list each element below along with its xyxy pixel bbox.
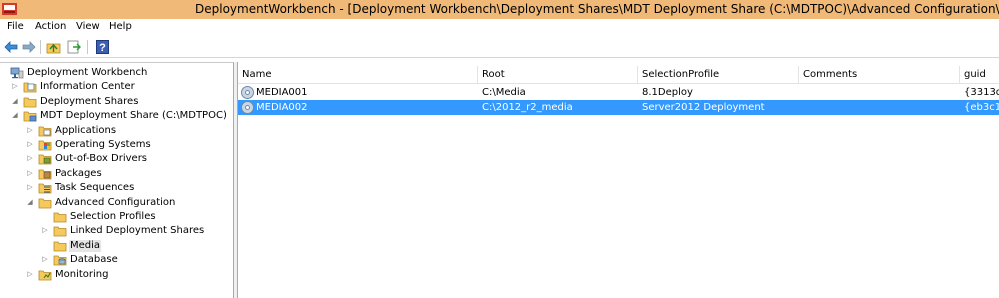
back-arrow-icon [4, 41, 18, 53]
collapsed-arrow-icon[interactable]: ▷ [26, 183, 34, 192]
tree-item-label: Information Center [40, 81, 135, 93]
tree-item-label: Out-of-Box Drivers [55, 153, 148, 165]
tree-item-selection-profiles[interactable]: Selection Profiles [0, 210, 230, 224]
tree-item-out-of-box-drivers[interactable]: ▷ Out-of-Box Drivers [0, 152, 230, 166]
export-list-icon [67, 40, 81, 54]
column-header-guid[interactable]: guid [960, 66, 999, 84]
os-folder-icon [38, 138, 52, 151]
cell-name: MEDIA002 [256, 102, 308, 113]
collapsed-arrow-icon[interactable]: ▷ [26, 154, 34, 163]
cell-guid: {eb3c14 [964, 102, 999, 113]
toolbar-separator [40, 40, 41, 54]
tree-item-linked-deployment-shares[interactable]: ▷ Linked Deployment Shares [0, 224, 230, 238]
collapsed-arrow-icon[interactable]: ▷ [26, 126, 34, 135]
tree-item-applications[interactable]: ▷ Applications [0, 124, 230, 138]
menu-action[interactable]: Action [35, 21, 66, 33]
title-bar: DeploymentWorkbench - [Deployment Workbe… [0, 0, 999, 19]
forward-button[interactable] [21, 39, 37, 55]
tree-item-label: Applications [55, 124, 117, 136]
folder-icon [38, 196, 52, 209]
column-header-comments[interactable]: Comments [799, 66, 960, 84]
media-disc-icon [241, 101, 254, 114]
navigation-tree: Deployment Workbench ▷ Information Center ◢… [0, 62, 234, 298]
up-folder-icon [46, 43, 60, 54]
tree-item-label: Packages [55, 167, 102, 179]
packages-folder-icon [38, 167, 52, 180]
share-folder-icon [23, 109, 37, 122]
svg-text:?: ? [99, 42, 106, 54]
back-button[interactable] [3, 39, 19, 55]
tree-item-advanced-configuration[interactable]: ◢ Advanced Configuration [0, 196, 230, 210]
menu-help[interactable]: Help [109, 21, 132, 33]
workbench-icon [10, 66, 24, 79]
tree-item-label: Linked Deployment Shares [70, 225, 205, 237]
tree-item-information-center[interactable]: ▷ Information Center [0, 80, 230, 94]
database-folder-icon [53, 253, 67, 266]
expanded-arrow-icon[interactable]: ◢ [26, 198, 34, 207]
menu-view[interactable]: View [76, 21, 100, 33]
folder-icon [53, 210, 67, 223]
tree-item-deployment-workbench[interactable]: Deployment Workbench [0, 66, 230, 80]
tree-item-monitoring[interactable]: ▷ Monitoring [0, 268, 230, 282]
tree-item-label: Media [69, 239, 102, 252]
forward-arrow-icon [22, 41, 36, 53]
collapsed-arrow-icon[interactable]: ▷ [41, 226, 49, 235]
collapsed-arrow-icon[interactable]: ▷ [26, 270, 34, 279]
app-icon [2, 3, 17, 15]
cell-guid: {3313d6 [964, 87, 999, 98]
column-header-selection-profile[interactable]: SelectionProfile [638, 66, 799, 84]
cell-root: C:\2012_r2_media [482, 102, 573, 113]
cell-name: MEDIA001 [256, 87, 308, 98]
tree-item-label: Task Sequences [55, 182, 135, 194]
menu-bar: File Action View Help [0, 19, 999, 36]
tree-item-task-sequences[interactable]: ▷ Task Sequences [0, 181, 230, 195]
column-header-root[interactable]: Root [478, 66, 638, 84]
tree-item-mdt-deployment-share-c-mdtpoc[interactable]: ◢ MDT Deployment Share (C:\MDTPOC) [0, 109, 230, 123]
toolbar: ? [0, 36, 999, 58]
list-header: Name Root SelectionProfile Comments guid [238, 66, 999, 84]
cell-root: C:\Media [482, 87, 526, 98]
export-list-button[interactable] [66, 39, 82, 55]
tree-item-packages[interactable]: ▷ Packages [0, 167, 230, 181]
tree-item-label: Database [70, 254, 118, 266]
task-sequences-folder-icon [38, 181, 52, 194]
expanded-arrow-icon[interactable]: ◢ [11, 111, 19, 120]
tree-item-label: Monitoring [55, 268, 109, 280]
tree-item-operating-systems[interactable]: ▷ Operating Systems [0, 138, 230, 152]
tree-item-label: Operating Systems [55, 139, 151, 150]
folder-icon [53, 224, 67, 237]
details-list: Name Root SelectionProfile Comments guid… [238, 62, 999, 298]
cell-selection-profile: Server2012 Deployment [642, 102, 765, 113]
help-button[interactable]: ? [94, 39, 110, 55]
drivers-folder-icon [38, 152, 52, 165]
menu-file[interactable]: File [7, 21, 24, 33]
tree-item-label: MDT Deployment Share (C:\MDTPOC) [40, 110, 227, 122]
up-level-button[interactable] [45, 39, 61, 55]
list-row[interactable]: MEDIA001 C:\Media 8.1Deploy {3313d6 [238, 85, 999, 100]
toolbar-separator [87, 40, 88, 54]
collapsed-arrow-icon[interactable]: ▷ [11, 82, 19, 91]
tree-item-label: Selection Profiles [70, 211, 156, 222]
folder-icon [23, 95, 37, 108]
column-header-name[interactable]: Name [238, 66, 478, 84]
tree-item-label: Advanced Configuration [55, 196, 176, 208]
info-folder-icon [23, 80, 37, 93]
tree-item-database[interactable]: ▷ Database [0, 253, 230, 267]
window-title: DeploymentWorkbench - [Deployment Workbe… [195, 2, 999, 16]
tree-item-label: Deployment Workbench [27, 67, 148, 78]
folder-icon [53, 239, 67, 252]
tree-item-media[interactable]: Media [0, 239, 230, 253]
expanded-arrow-icon[interactable]: ◢ [11, 97, 19, 106]
cell-selection-profile: 8.1Deploy [642, 87, 693, 98]
monitoring-folder-icon [38, 268, 52, 281]
help-icon: ? [95, 40, 109, 54]
collapsed-arrow-icon[interactable]: ▷ [26, 169, 34, 178]
tree-item-label: Deployment Shares [40, 95, 139, 107]
list-row[interactable]: MEDIA002 C:\2012_r2_media Server2012 Dep… [238, 100, 999, 115]
collapsed-arrow-icon[interactable]: ▷ [41, 255, 49, 264]
collapsed-arrow-icon[interactable]: ▷ [26, 140, 34, 149]
tree-item-deployment-shares[interactable]: ◢ Deployment Shares [0, 95, 230, 109]
media-disc-icon [241, 86, 254, 99]
applications-folder-icon [38, 124, 52, 137]
